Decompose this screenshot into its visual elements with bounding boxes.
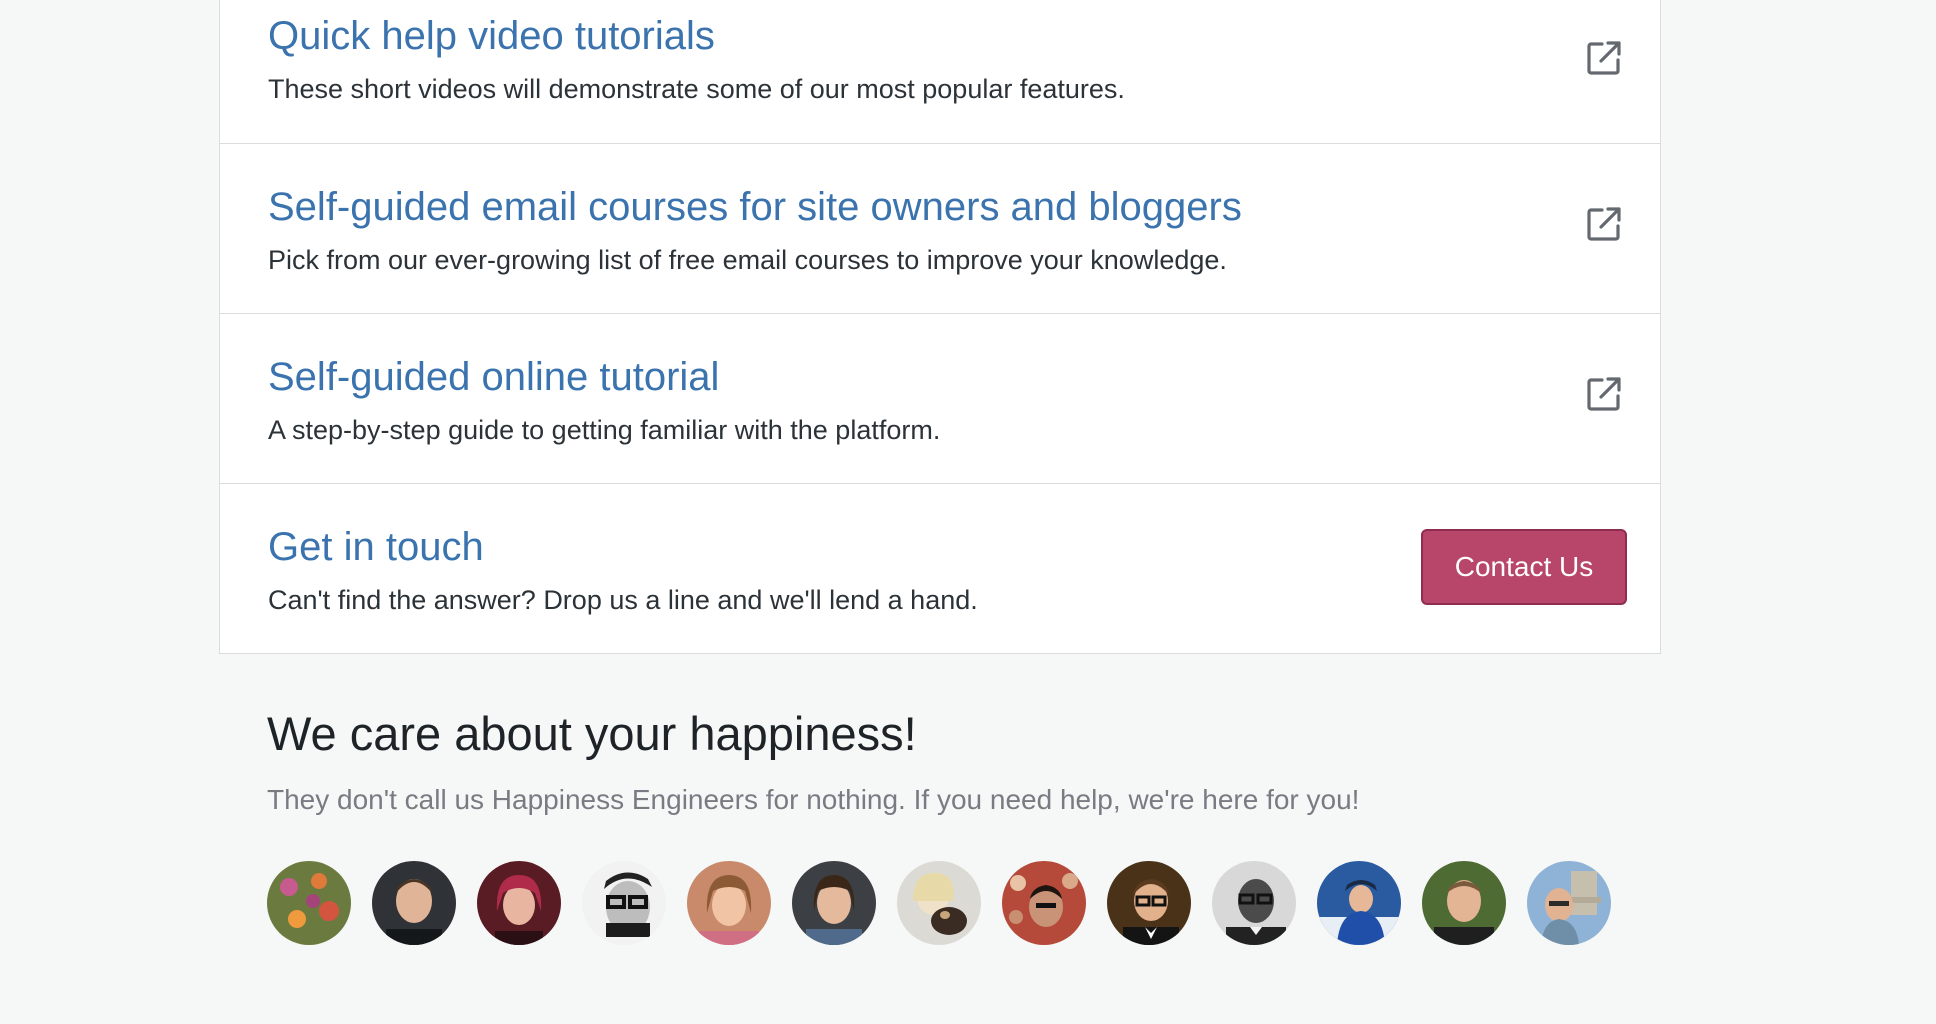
- card-title: Get in touch: [268, 525, 484, 569]
- avatar: [687, 861, 771, 945]
- happiness-description: They don't call us Happiness Engineers f…: [267, 784, 1360, 815]
- card-description: Can't find the answer? Drop us a line an…: [268, 585, 978, 615]
- avatar: [1527, 861, 1611, 945]
- card-title[interactable]: Self-guided email courses for site owner…: [268, 185, 1242, 230]
- card-online-tutorial[interactable]: Self-guided online tutorial A step-by-st…: [220, 313, 1660, 483]
- external-link-icon[interactable]: [1584, 374, 1624, 414]
- avatar: [477, 861, 561, 945]
- card-email-courses[interactable]: Self-guided email courses for site owner…: [220, 143, 1660, 313]
- avatar: [1212, 861, 1296, 945]
- contact-us-button[interactable]: Contact Us: [1421, 529, 1627, 605]
- help-card-list: Quick help video tutorials These short v…: [219, 0, 1661, 654]
- happiness-title: We care about your happiness!: [267, 707, 917, 760]
- avatar: [582, 861, 666, 945]
- avatar: [267, 861, 351, 945]
- card-description: These short videos will demonstrate some…: [268, 74, 1125, 104]
- card-get-in-touch: Get in touch Can't find the answer? Drop…: [220, 483, 1660, 653]
- avatar: [1317, 861, 1401, 945]
- external-link-icon[interactable]: [1584, 204, 1624, 244]
- external-link-icon[interactable]: [1584, 38, 1624, 78]
- avatar: [1107, 861, 1191, 945]
- card-video-tutorials[interactable]: Quick help video tutorials These short v…: [220, 0, 1660, 143]
- card-description: Pick from our ever-growing list of free …: [268, 245, 1227, 275]
- card-title[interactable]: Self-guided online tutorial: [268, 355, 719, 400]
- card-title[interactable]: Quick help video tutorials: [268, 14, 715, 59]
- avatar: [792, 861, 876, 945]
- avatar: [897, 861, 981, 945]
- avatar: [1002, 861, 1086, 945]
- avatar: [372, 861, 456, 945]
- card-description: A step-by-step guide to getting familiar…: [268, 415, 941, 445]
- avatar: [1422, 861, 1506, 945]
